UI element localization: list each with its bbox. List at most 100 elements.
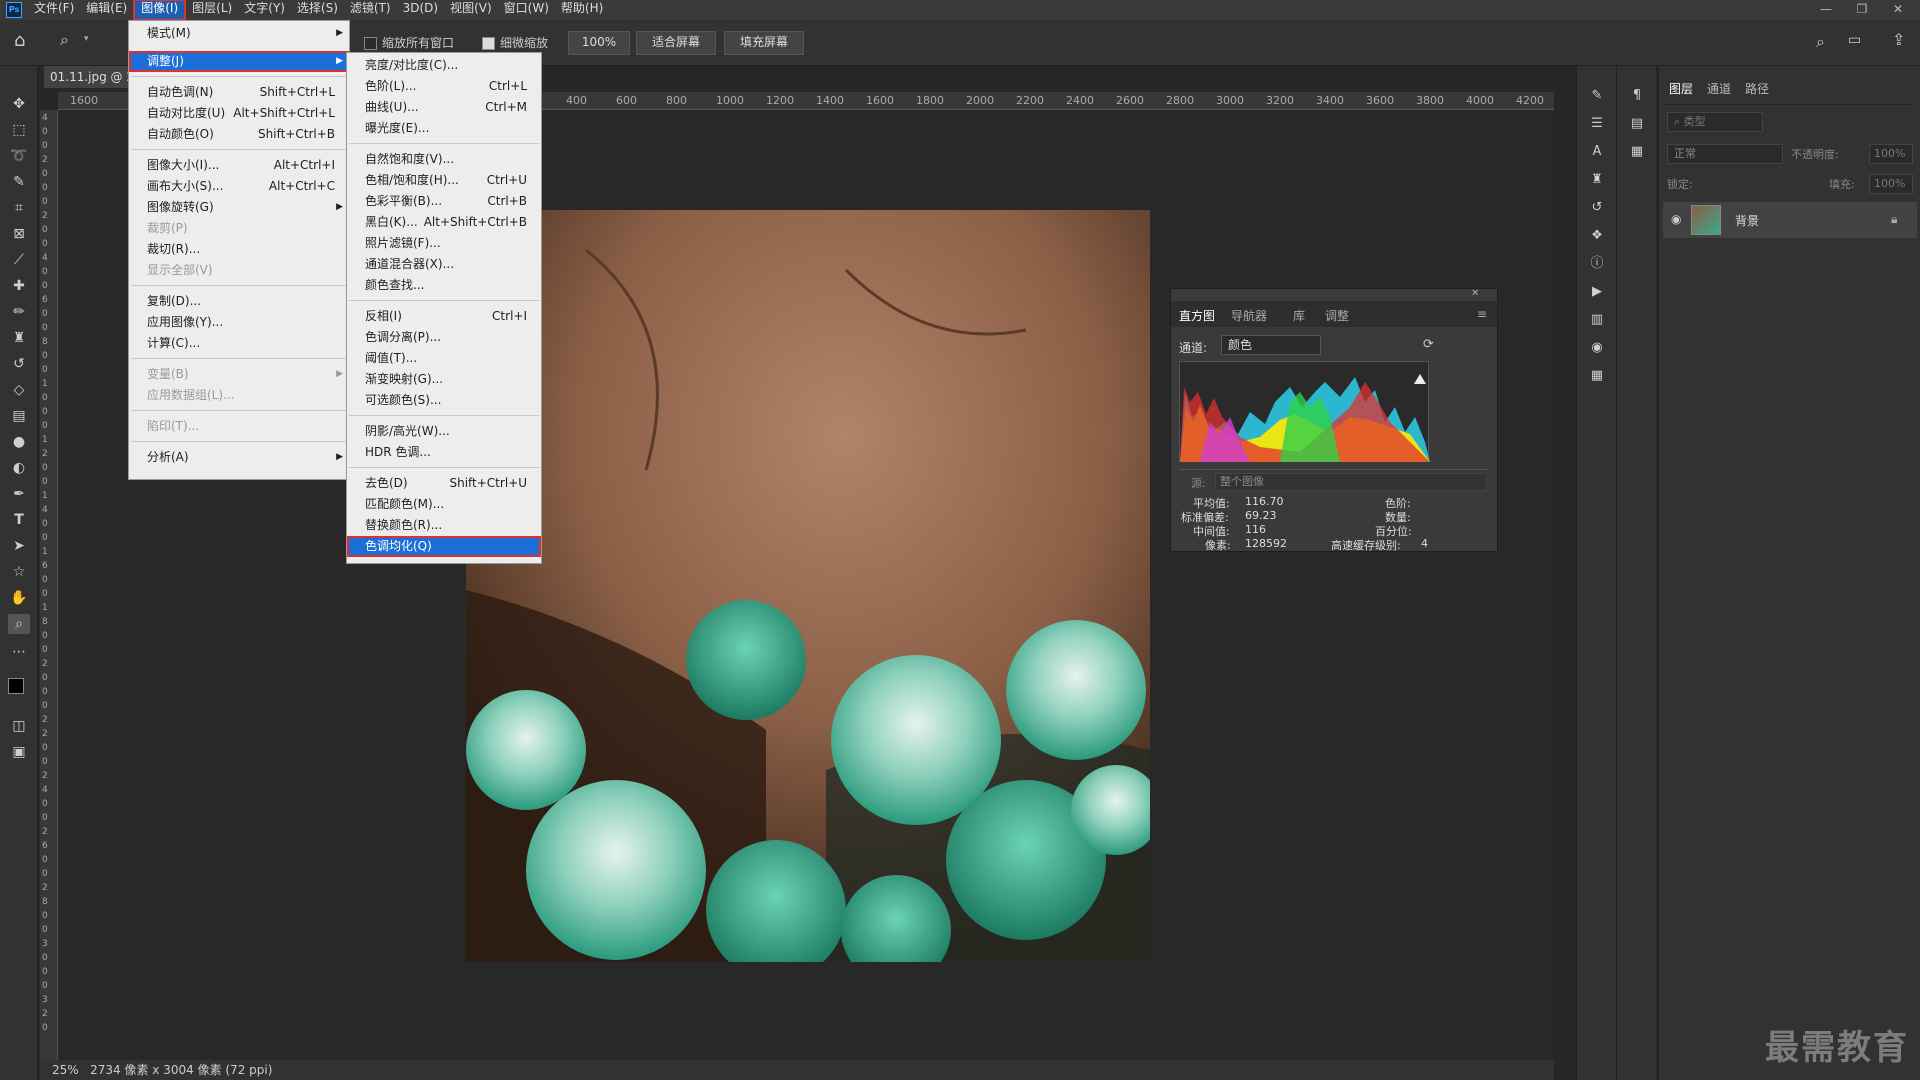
adjust-menu-item[interactable]: 阴影/高光(W)... — [347, 421, 541, 442]
menu-7[interactable]: 3D(D) — [397, 0, 444, 17]
document-image[interactable] — [466, 210, 1150, 962]
fill-input[interactable]: 100% — [1869, 174, 1913, 194]
adjust-menu-item[interactable]: 色调均化(Q) — [347, 536, 541, 557]
image-menu-item[interactable]: 分析(A) ▶ — [129, 447, 349, 468]
tab-layers[interactable]: 图层 — [1669, 80, 1693, 97]
type-tool-icon[interactable]: T — [8, 510, 30, 530]
gradient-tool-icon[interactable]: ▤ — [8, 406, 30, 426]
panel-menu-icon[interactable]: ≡ — [1477, 307, 1487, 321]
share-icon[interactable]: ⇪ — [1892, 30, 1905, 49]
notes-icon[interactable]: ▦ — [1627, 142, 1647, 162]
layer-filter-select[interactable]: ⌕ 类型 — [1667, 112, 1763, 132]
zoom-level[interactable]: 25% — [52, 1063, 79, 1077]
refresh-icon[interactable]: ⟳ — [1423, 337, 1434, 352]
styles-icon[interactable]: ❖ — [1587, 226, 1607, 246]
lasso-tool-icon[interactable]: ➰ — [8, 146, 30, 166]
workspace-icon[interactable]: ▭ — [1848, 32, 1861, 48]
history-brush-icon[interactable]: ↺ — [8, 354, 30, 374]
menu-10[interactable]: 帮助(H) — [555, 0, 609, 17]
pen-tool-icon[interactable]: ✒ — [8, 484, 30, 504]
image-menu-item[interactable]: 复制(D)... — [129, 291, 349, 312]
stamp-tool-icon[interactable]: ♜ — [8, 328, 30, 348]
adjust-menu-item[interactable]: 去色(D) Shift+Ctrl+U — [347, 473, 541, 494]
menu-4[interactable]: 文字(Y) — [238, 0, 291, 17]
info-icon[interactable]: ⓘ — [1587, 254, 1607, 274]
eyedropper-tool-icon[interactable]: ⟋ — [8, 250, 30, 270]
menu-8[interactable]: 视图(V) — [444, 0, 498, 17]
adjust-menu-item[interactable]: HDR 色调... — [347, 442, 541, 463]
image-menu-item[interactable]: 图像大小(I)... Alt+Ctrl+I — [129, 155, 349, 176]
adjust-menu-item[interactable]: 色相/饱和度(H)... Ctrl+U — [347, 170, 541, 191]
adjust-menu-item[interactable]: 色阶(L)... Ctrl+L — [347, 76, 541, 97]
fit-screen-button[interactable]: 适合屏幕 — [636, 31, 716, 55]
zoom-tool-icon[interactable]: ⌕ — [8, 614, 30, 634]
dodge-tool-icon[interactable]: ◐ — [8, 458, 30, 478]
adjust-menu-item[interactable]: 自然饱和度(V)... — [347, 149, 541, 170]
foreground-color-swatch[interactable] — [8, 678, 24, 694]
3d-icon[interactable]: ◉ — [1587, 338, 1607, 358]
document-tab[interactable]: 01.11.jpg @ 2 — [44, 66, 136, 88]
image-menu-item[interactable]: 自动色调(N) Shift+Ctrl+L — [129, 82, 349, 103]
image-menu-item[interactable]: 自动颜色(O) Shift+Ctrl+B — [129, 124, 349, 145]
image-menu-item[interactable]: 模式(M) ▶ — [129, 23, 349, 44]
adjust-menu-item[interactable]: 曝光度(E)... — [347, 118, 541, 139]
blend-mode-select[interactable]: 正常 — [1667, 144, 1783, 164]
adjust-menu-item[interactable]: 颜色查找... — [347, 275, 541, 296]
image-menu-item[interactable]: 调整(J) ▶ — [129, 51, 349, 72]
tab-navigator[interactable]: 导航器 — [1231, 307, 1267, 324]
path-select-icon[interactable]: ➤ — [8, 536, 30, 556]
image-menu-item[interactable]: 图像旋转(G) ▶ — [129, 197, 349, 218]
opacity-input[interactable]: 100% — [1869, 144, 1913, 164]
menu-0[interactable]: 文件(F) — [28, 0, 80, 17]
minimize-icon[interactable]: — — [1808, 0, 1844, 20]
paragraph-icon[interactable]: ¶ — [1627, 86, 1647, 106]
layer-row-background[interactable]: ◉ 背景 🔒︎ — [1663, 202, 1917, 238]
character-icon[interactable]: A — [1587, 142, 1607, 162]
chevron-down-icon[interactable]: ▾ — [84, 34, 89, 44]
menu-1[interactable]: 编辑(E) — [80, 0, 133, 17]
visibility-eye-icon[interactable]: ◉ — [1671, 212, 1681, 226]
menu-3[interactable]: 图层(L) — [186, 0, 238, 17]
actions-icon[interactable]: ▶ — [1587, 282, 1607, 302]
image-menu-item[interactable]: 自动对比度(U) Alt+Shift+Ctrl+L — [129, 103, 349, 124]
adjust-menu-item[interactable]: 替换颜色(R)... — [347, 515, 541, 536]
image-menu-item[interactable]: 应用图像(Y)... — [129, 312, 349, 333]
zoom-100-button[interactable]: 100% — [568, 31, 630, 55]
close-icon[interactable]: ✕ — [1880, 0, 1916, 20]
healing-tool-icon[interactable]: ✚ — [8, 276, 30, 296]
move-tool-icon[interactable]: ✥ — [8, 94, 30, 114]
quick-mask-icon[interactable]: ◫ — [8, 716, 30, 736]
menu-2[interactable]: 图像(I) — [133, 0, 187, 21]
tab-channels[interactable]: 通道 — [1707, 80, 1731, 97]
adjust-menu-item[interactable]: 色彩平衡(B)... Ctrl+B — [347, 191, 541, 212]
hand-tool-icon[interactable]: ✋ — [8, 588, 30, 608]
adjust-menu-item[interactable]: 渐变映射(G)... — [347, 369, 541, 390]
menu-5[interactable]: 选择(S) — [291, 0, 344, 17]
zoom-all-windows-checkbox[interactable] — [364, 37, 377, 50]
swatches-icon[interactable]: ▥ — [1587, 310, 1607, 330]
tab-paths[interactable]: 路径 — [1745, 80, 1769, 97]
frame-tool-icon[interactable]: ⊠ — [8, 224, 30, 244]
adjust-menu-item[interactable]: 匹配颜色(M)... — [347, 494, 541, 515]
shape-tool-icon[interactable]: ☆ — [8, 562, 30, 582]
eraser-tool-icon[interactable]: ◇ — [8, 380, 30, 400]
search-icon[interactable]: ⌕ — [1816, 32, 1825, 52]
quick-select-tool-icon[interactable]: ✎ — [8, 172, 30, 192]
fill-screen-button[interactable]: 填充屏幕 — [724, 31, 804, 55]
source-select[interactable]: 整个图像 — [1215, 473, 1487, 491]
properties-icon[interactable]: ▤ — [1627, 114, 1647, 134]
image-menu-item[interactable]: 画布大小(S)... Alt+Ctrl+C — [129, 176, 349, 197]
scrubby-zoom-checkbox[interactable] — [482, 37, 495, 50]
menu-6[interactable]: 滤镜(T) — [344, 0, 397, 17]
adjust-menu-item[interactable]: 黑白(K)... Alt+Shift+Ctrl+B — [347, 212, 541, 233]
adjust-menu-item[interactable]: 照片滤镜(F)... — [347, 233, 541, 254]
adjust-menu-item[interactable]: 反相(I) Ctrl+I — [347, 306, 541, 327]
history-icon[interactable]: ↺ — [1587, 198, 1607, 218]
blur-tool-icon[interactable]: ● — [8, 432, 30, 452]
home-icon[interactable]: ⌂ — [14, 30, 25, 51]
tab-library[interactable]: 库 — [1293, 307, 1305, 324]
screen-mode-icon[interactable]: ▣ — [8, 742, 30, 762]
panel-close-icon[interactable]: ✕ — [1471, 288, 1479, 299]
adjust-menu-item[interactable]: 通道混合器(X)... — [347, 254, 541, 275]
clone-source-icon[interactable]: ♜ — [1587, 170, 1607, 190]
